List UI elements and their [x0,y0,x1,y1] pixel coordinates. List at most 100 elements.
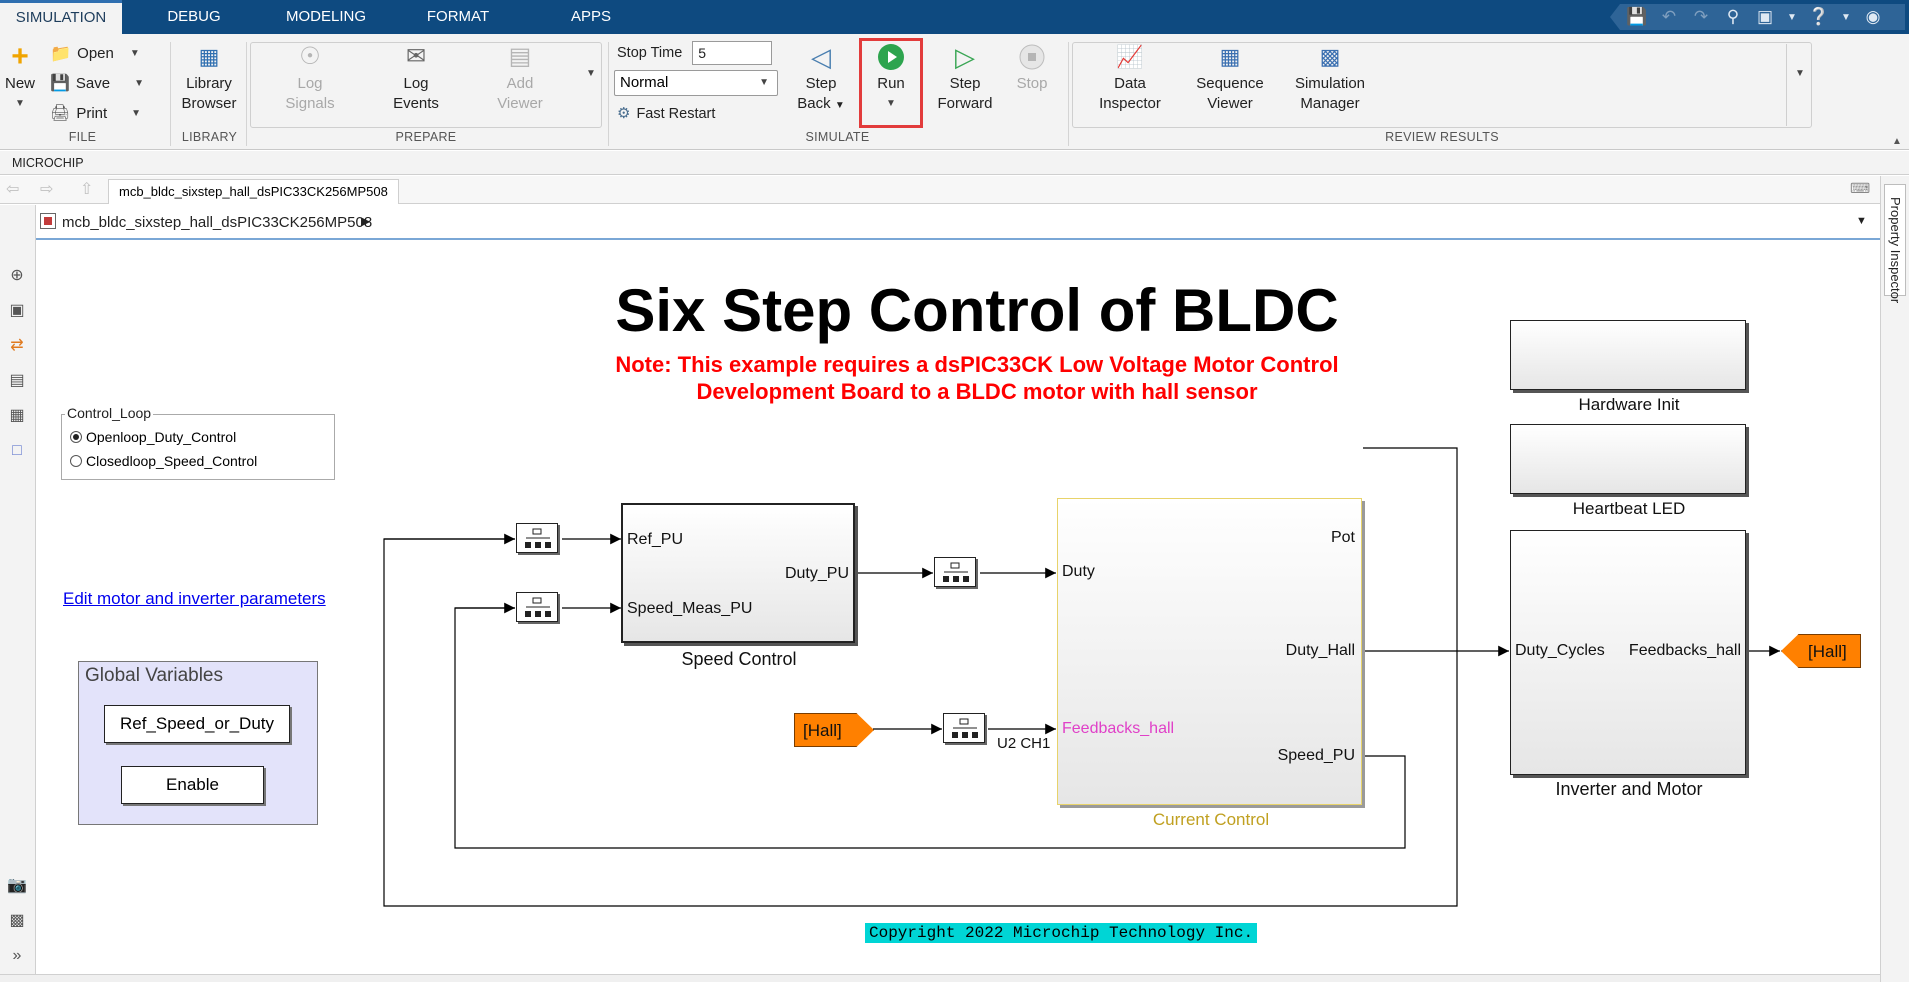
up-arrow-icon[interactable]: ⇧ [80,179,93,199]
new-label: New [4,75,35,92]
explorer-icon[interactable]: ▩ [6,910,28,932]
port-duty-hall: Duty_Hall [1285,642,1355,659]
document-tab[interactable]: mcb_bldc_sixstep_hall_dsPIC33CK256MP508 [108,179,399,204]
stop-time-input[interactable]: 5 [692,41,773,65]
edit-parameters-link[interactable]: Edit motor and inverter parameters [63,589,326,609]
add-viewer-button[interactable]: ▤ Add Viewer [480,42,560,114]
fast-restart-label: Fast Restart [636,106,716,122]
zoom-in-icon[interactable]: ⊕ [6,265,28,287]
simulation-mode-select[interactable]: Normal ▼ [614,70,778,96]
chevron-down-icon[interactable]: ▼ [1856,215,1867,227]
annotation-icon[interactable]: ▤ [6,370,28,392]
rate-transition-speed[interactable] [516,592,558,622]
rate-transition-hall[interactable] [943,713,985,743]
property-inspector-panel: Property Inspector [1880,176,1909,982]
enable-block[interactable]: Enable [121,766,264,804]
redo-icon[interactable]: ↷ [1690,7,1712,27]
collapse-ribbon-button[interactable]: ▲ [1888,132,1906,152]
envelope-icon: ✉ [405,43,427,70]
step-back-button[interactable]: ◁ Step Back ▼ [796,42,846,116]
separator [1786,44,1787,126]
stop-button[interactable]: Stop [1006,42,1058,94]
screen-icon[interactable]: ▣ [1754,7,1776,27]
open-button[interactable]: 📁 Open ▼ [50,40,140,68]
chevron-up-icon: ▲ [1892,136,1902,147]
keyboard-icon[interactable]: ⌨ [1850,180,1870,197]
model-canvas[interactable]: Six Step Control of BLDC Note: This exam… [37,242,1880,974]
log-signals-button[interactable]: ☉ Log Signals [270,42,350,114]
forward-arrow-icon[interactable]: ⇨ [40,179,53,199]
stop-time-control: Stop Time 5 [617,39,773,67]
chevron-down-icon[interactable]: ▼ [1840,12,1852,23]
hardware-init-block[interactable] [1510,320,1746,390]
section-prepare: PREPARE [395,130,457,144]
review-expand-button[interactable]: ▼ [1790,64,1810,84]
save-icon[interactable]: 💾 [1626,7,1648,27]
current-control-block[interactable]: Duty Feedbacks_hall Pot Duty_Hall Speed_… [1057,498,1362,805]
breadcrumb-arrow-icon[interactable]: ▶ [361,214,370,228]
tab-format[interactable]: FORMAT [410,0,506,34]
step-forward-label-1: Step [949,75,981,92]
section-library: LIBRARY [181,130,238,144]
inverter-motor-block[interactable]: Duty_Cycles Feedbacks_hall [1510,530,1746,775]
run-label: Run [877,75,905,92]
tab-modeling[interactable]: MODELING [272,0,380,34]
screenshot-icon[interactable]: 📷 [6,875,28,897]
speed-control-label: Speed Control [681,649,797,669]
radio-unselected-icon [70,455,82,467]
chevron-down-icon[interactable]: ▼ [1786,12,1798,23]
fast-restart-toggle[interactable]: ⚙ Fast Restart [617,100,715,128]
fit-view-icon[interactable]: ▣ [6,300,28,322]
collapse-icon[interactable]: ◉ [1862,7,1884,27]
breadcrumb[interactable]: mcb_bldc_sixstep_hall_dsPIC33CK256MP508 [62,214,372,231]
help-icon[interactable]: ❔ [1808,7,1830,27]
radio-openloop[interactable]: Openloop_Duty_Control [70,429,236,445]
rate-transition-ref[interactable] [516,523,558,553]
data-inspector-button[interactable]: 📈 Data Inspector [1090,42,1170,114]
rate-transition-label: U2 CH1 [997,735,1051,752]
stop-label: Stop [1016,75,1048,92]
heartbeat-led-block[interactable] [1510,424,1746,494]
area-icon[interactable]: □ [6,440,28,462]
run-button[interactable]: Run ▼ [862,42,920,114]
save-button[interactable]: 💾 Save ▼ [50,70,144,98]
log-events-label-2: Events [393,95,439,112]
ref-speed-block[interactable]: Ref_Speed_or_Duty [104,705,290,743]
signal-arrow-icon[interactable]: ⇄ [6,335,28,357]
port-duty-pu: Duty_PU [784,565,849,582]
radio-openloop-label: Openloop_Duty_Control [86,429,237,445]
search-icon[interactable]: ⚲ [1722,7,1744,27]
radio-selected-icon [70,431,82,443]
sequence-viewer-button[interactable]: ▦ Sequence Viewer [1180,42,1280,114]
radio-closedloop[interactable]: Closedloop_Speed_Control [70,453,257,469]
microchip-tab[interactable]: MICROCHIP [0,151,1909,175]
save-icon: 💾 [50,75,70,92]
step-back-label-2: Back [797,95,831,112]
prepare-expand-button[interactable]: ▼ [582,64,600,84]
expand-palette-icon[interactable]: » [6,945,28,967]
new-button[interactable]: + New ▼ [2,42,38,114]
rate-transition-duty[interactable] [934,557,976,587]
tab-debug[interactable]: DEBUG [150,0,238,34]
chevron-down-icon: ▼ [134,78,145,89]
antenna-icon: ☉ [299,43,321,70]
tab-simulation[interactable]: SIMULATION [0,0,122,34]
log-events-button[interactable]: ✉ Log Events [376,42,456,114]
print-button[interactable]: 🖨 Print ▼ [50,100,141,128]
library-browser-button[interactable]: ▦ Library Browser [176,42,242,114]
undo-icon[interactable]: ↶ [1658,7,1680,27]
simulation-manager-button[interactable]: ▩ Simulation Manager [1280,42,1380,114]
print-icon: 🖨 [50,105,71,122]
model-icon [40,213,56,229]
step-forward-button[interactable]: ▷ Step Forward [934,42,996,114]
property-inspector-tab[interactable]: Property Inspector [1884,184,1906,303]
back-arrow-icon[interactable]: ⇦ [6,179,19,199]
address-row: ☉ mcb_bldc_sixstep_hall_dsPIC33CK256MP50… [0,205,1880,240]
image-icon[interactable]: ▦ [6,405,28,427]
speed-control-block[interactable]: Ref_PU Speed_Meas_PU Duty_PU [621,503,855,643]
tab-apps[interactable]: APPS [560,0,622,34]
port-speed-meas-pu: Speed_Meas_PU [627,600,753,617]
chevron-down-icon[interactable]: ▼ [862,94,920,114]
stop-icon [1017,42,1047,72]
chevron-down-icon: ▼ [129,48,140,59]
